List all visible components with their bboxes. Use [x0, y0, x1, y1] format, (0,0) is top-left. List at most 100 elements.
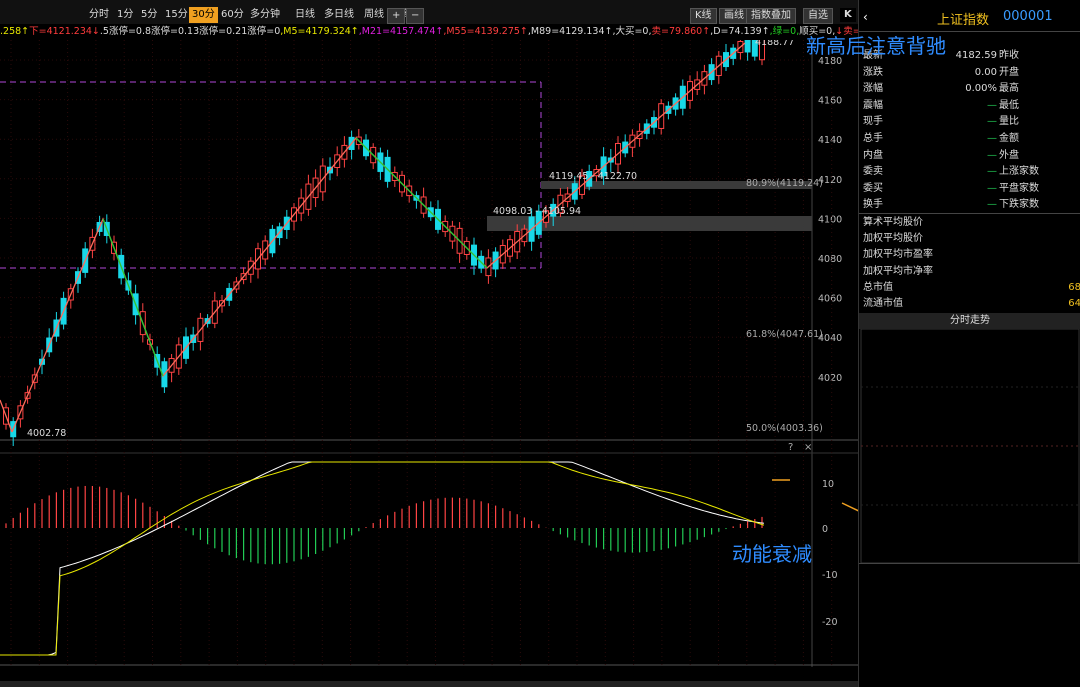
watchlist-button[interactable]: 自选 — [803, 8, 833, 24]
quote-row: 委卖 — 上涨家数 — [863, 164, 1080, 180]
zoom-in-button[interactable]: + — [387, 8, 406, 24]
quote-cell: 量比 — [999, 116, 1019, 128]
quote-cell: — — [987, 149, 997, 161]
quote-cell: 委卖 — [863, 166, 883, 178]
quote-cell: 内盘 — [863, 149, 883, 161]
chart-background — [0, 40, 857, 667]
y-tick-label: 4140 — [818, 135, 842, 146]
fib-label-618: 61.8%(4047.61) — [746, 329, 823, 340]
kline-type-button[interactable]: K线 — [690, 8, 717, 24]
period-toolbar: 分时1分5分15分30分60分多分钟日线多日线周线月线 ▾ + − K线 画线 … — [0, 0, 858, 25]
stat-row: 加权平均市盈率 — [863, 247, 1080, 263]
quote-cell: 总手 — [863, 133, 883, 144]
period-tab-9[interactable]: 周线 — [361, 7, 387, 23]
quote-row: 震幅 — 最低 — [863, 98, 1080, 114]
indicator-segment: ,绿=0, — [769, 26, 800, 37]
stat-row: 加权平均市净率 — [863, 264, 1080, 280]
annotation-divergence: 新高后注意背驰 — [806, 34, 946, 58]
high-price-label: 4188.77 — [755, 40, 794, 48]
stat-row: 总市值 68 — [863, 280, 1080, 296]
collapse-panel-button[interactable]: K — [840, 8, 856, 22]
indicator-values-line: .258↑下=4121.234↓.5涨停=0.8涨停=0.13涨停=0.21涨停… — [0, 24, 858, 40]
quote-cell: 昨收 — [999, 50, 1019, 61]
quote-cell: 涨跌 — [863, 66, 883, 78]
quote-cell: — — [987, 199, 997, 211]
macd-tick-label: -20 — [822, 617, 838, 628]
quote-cell: 金额 — [999, 133, 1019, 144]
period-tab-3[interactable]: 15分 — [162, 7, 191, 23]
gap-zone-lower — [487, 216, 812, 231]
indicator-segment: .5涨停=0.8涨停=0.13涨停=0.21涨停=0 — [99, 26, 281, 37]
annotation-momentum: 动能衰减 — [732, 542, 812, 566]
quote-row: 总手 — 金额 — [863, 131, 1080, 147]
quote-cell: 现手 — [863, 116, 883, 128]
quote-row: 涨幅 0.00% 最高 — [863, 81, 1080, 97]
y-tick-label: 4020 — [818, 373, 842, 384]
stat-label: 流通市值 — [863, 298, 903, 309]
quote-cell: — — [987, 99, 997, 111]
quote-cell: — — [987, 116, 997, 128]
indicator-segment: ,D=74.139↑ — [710, 26, 770, 37]
draw-line-button[interactable]: 画线 — [719, 8, 749, 24]
quote-row: 内盘 — 外盘 — [863, 148, 1080, 164]
gap-upper-label: 4119.45 - 4122.70 — [549, 171, 637, 182]
stat-row: 算术平均股价 — [863, 215, 1080, 231]
divider — [859, 213, 1080, 214]
period-tab-7[interactable]: 日线 — [292, 7, 318, 23]
zoom-out-button[interactable]: − — [406, 8, 425, 24]
stat-label: 加权平均市净率 — [863, 265, 933, 277]
y-tick-label: 4100 — [818, 214, 842, 225]
stat-row: 流通市值 64 — [863, 296, 1080, 312]
index-overlay-button[interactable]: 指数叠加 — [746, 8, 796, 24]
intraday-section-header[interactable]: 分时走势 — [859, 313, 1080, 329]
back-arrow-icon[interactable]: ‹ — [863, 10, 868, 24]
indicator-segment: .258↑ — [0, 26, 30, 37]
y-tick-label: 4080 — [818, 254, 842, 265]
quote-row: 涨跌 0.00 开盘 — [863, 65, 1080, 81]
period-tab-8[interactable]: 多日线 — [321, 7, 357, 23]
fib-label-809: 80.9%(4119.24) — [746, 178, 823, 189]
quote-cell: 0.00% — [965, 83, 997, 95]
security-name: 上证指数 — [937, 13, 990, 28]
indicator-segment: ,M89=4129.134↑ — [527, 26, 613, 37]
close-icon: × — [804, 442, 812, 453]
quote-row: 委买 — 平盘家数 — [863, 181, 1080, 197]
quote-cell: 涨幅 — [863, 83, 883, 95]
indicator-segment: ,M21=4157.474↑ — [358, 26, 444, 37]
quote-row: 换手 — 下跌家数 — [863, 197, 1080, 213]
fib-label-500: 50.0%(4003.36) — [746, 423, 823, 434]
y-tick-label: 4060 — [818, 294, 842, 305]
quote-cell: 最低 — [999, 99, 1019, 111]
quote-cell: — — [987, 166, 997, 178]
period-tab-1[interactable]: 1分 — [114, 7, 136, 23]
quote-cell: 最高 — [999, 83, 1019, 95]
quote-cell: 外盘 — [999, 149, 1019, 161]
quote-cell: 下跌家数 — [999, 199, 1039, 211]
macd-tick-label: 10 — [822, 479, 834, 490]
divider — [859, 563, 1080, 564]
stat-value: 64 — [1068, 298, 1080, 309]
low-price-label: 4002.78 — [27, 428, 66, 439]
stat-value: 68 — [1068, 281, 1080, 293]
period-tab-0[interactable]: 分时 — [86, 7, 112, 23]
period-tab-4[interactable]: 30分 — [189, 7, 218, 23]
period-tab-5[interactable]: 60分 — [218, 7, 247, 23]
gap-lower-label: 4098.03 - 4105.94 — [493, 206, 581, 217]
bottom-tabs-bar — [0, 681, 858, 687]
quote-cell: 震幅 — [863, 99, 883, 111]
macd-tick-label: 0 — [822, 524, 828, 535]
kline-chart[interactable]: 4180416041404120410040804060404040202/03… — [0, 40, 858, 667]
quote-cell: 委买 — [863, 182, 883, 194]
period-tab-6[interactable]: 多分钟 — [247, 7, 283, 23]
indicator-segment: 下=4121.234↓ — [29, 26, 100, 37]
quote-cell: 上涨家数 — [999, 166, 1039, 178]
period-tab-2[interactable]: 5分 — [138, 7, 160, 23]
quote-cell: 换手 — [863, 199, 883, 211]
indicator-segment: ,M5=4179.324↑ — [280, 26, 359, 37]
quote-cell: 4182.59 — [955, 50, 997, 61]
stat-row: 加权平均股价 — [863, 231, 1080, 247]
quote-cell: 开盘 — [999, 66, 1019, 78]
macd-tick-label: -10 — [822, 570, 838, 581]
help-icon: ? — [788, 442, 793, 453]
stat-label: 算术平均股价 — [863, 217, 923, 228]
